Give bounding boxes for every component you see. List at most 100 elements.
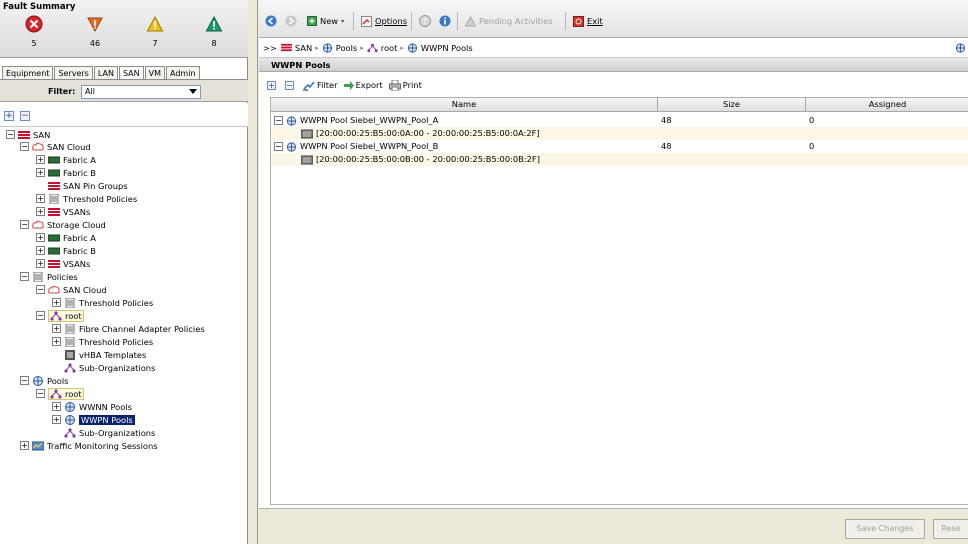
expand-icon[interactable]: +	[52, 402, 61, 411]
table-row[interactable]: − WWPN Pool Siebel_WWPN_Pool_B 48 0	[271, 140, 968, 153]
forward-button[interactable]	[285, 14, 297, 28]
tree-node-fabric-b[interactable]: + Fabric B	[36, 166, 96, 179]
tree-node-threshold-policies-2[interactable]: + Threshold Policies	[52, 296, 153, 309]
collapse-icon[interactable]: −	[20, 142, 29, 151]
fault-major[interactable]: 46	[75, 15, 115, 48]
new-menu-button[interactable]: New ▾	[307, 14, 344, 28]
expand-icon[interactable]: +	[36, 168, 45, 177]
printer-icon	[388, 79, 401, 91]
table-row[interactable]: [20:00:00:25:B5:00:0B:00 - 20:00:00:25:B…	[271, 153, 968, 166]
breadcrumb-root[interactable]: root	[381, 43, 398, 53]
san-icon	[281, 43, 292, 52]
breadcrumb-wwpn-pools[interactable]: WWPN Pools	[421, 43, 473, 53]
expand-icon[interactable]: +	[36, 246, 45, 255]
collapse-icon[interactable]: −	[6, 130, 15, 139]
row-assigned-cell: 0	[809, 141, 815, 151]
tree-node-vhba-templates[interactable]: vHBA Templates	[64, 348, 146, 361]
expand-all-button[interactable]: +	[267, 80, 279, 90]
collapse-icon[interactable]: −	[36, 389, 45, 398]
column-header-name[interactable]: Name	[271, 98, 658, 112]
chevron-down-icon: ▾	[341, 17, 345, 25]
fault-critical[interactable]: 5	[14, 15, 54, 48]
reset-values-button[interactable]: Rese	[933, 519, 968, 539]
expand-icon[interactable]: +	[36, 233, 45, 242]
critical-count: 5	[31, 39, 37, 48]
exit-button[interactable]: Exit	[573, 14, 603, 28]
fault-minor[interactable]: 7	[135, 15, 175, 48]
column-header-assigned[interactable]: Assigned	[806, 98, 968, 112]
save-changes-button[interactable]: Save Changes	[845, 519, 925, 539]
expand-icon[interactable]: +	[52, 337, 61, 346]
collapse-all-button[interactable]: −	[285, 80, 297, 90]
tree-node-fabric-a[interactable]: + Fabric A	[36, 153, 96, 166]
tree-node-san-pin-groups[interactable]: SAN Pin Groups	[48, 179, 128, 192]
tree-node-storage-cloud[interactable]: − Storage Cloud	[20, 218, 106, 231]
table-row[interactable]: [20:00:00:25:B5:00:0A:00 - 20:00:00:25:B…	[271, 127, 968, 140]
breadcrumb-san[interactable]: SAN	[295, 43, 312, 53]
collapse-all-button[interactable]: −	[20, 111, 30, 121]
filter-select[interactable]: All	[81, 85, 201, 99]
tree-node-pools[interactable]: − Pools	[20, 374, 69, 387]
expand-icon[interactable]: +	[36, 155, 45, 164]
tree-node-pools-root[interactable]: − root	[36, 387, 84, 400]
pending-activities-button[interactable]: Pending Activities	[465, 14, 553, 28]
expand-all-button[interactable]: +	[4, 111, 14, 121]
collapse-icon[interactable]: −	[274, 116, 283, 125]
expand-icon[interactable]: +	[36, 194, 45, 203]
tree-node-wwnn-pools[interactable]: + WWNN Pools	[52, 400, 132, 413]
tree-node-san-cloud[interactable]: − SAN Cloud	[20, 140, 91, 153]
info-button[interactable]	[439, 14, 451, 28]
tree-node-wwpn-pools[interactable]: + WWPN Pools	[52, 413, 135, 426]
expand-icon[interactable]: +	[36, 259, 45, 268]
tab-vm[interactable]: VM	[144, 66, 166, 80]
tree-node-policies-san-cloud[interactable]: − SAN Cloud	[36, 283, 107, 296]
options-button[interactable]: Options	[361, 14, 407, 28]
tree-node-threshold-policies-3[interactable]: + Threshold Policies	[52, 335, 153, 348]
column-header-size[interactable]: Size	[658, 98, 806, 112]
tree-node-sub-orgs[interactable]: Sub-Organizations	[64, 361, 155, 374]
tree-node-sub-orgs-2[interactable]: Sub-Organizations	[64, 426, 155, 439]
table-row[interactable]: − WWPN Pool Siebel_WWPN_Pool_A 48 0	[271, 114, 968, 127]
tab-equipment[interactable]: Equipment	[2, 66, 54, 80]
breadcrumb-pools[interactable]: Pools	[336, 43, 358, 53]
collapse-icon[interactable]: −	[36, 285, 45, 294]
tab-servers[interactable]: Servers	[54, 66, 93, 80]
tree-node-policies[interactable]: − Policies	[20, 270, 78, 283]
tree-node-fc-adapter-policies[interactable]: + Fibre Channel Adapter Policies	[52, 322, 205, 335]
help-button[interactable]: ?	[419, 14, 431, 28]
filter-button[interactable]: Filter	[303, 80, 338, 91]
back-button[interactable]	[265, 14, 277, 28]
toolbar-separator	[565, 12, 566, 30]
expand-icon[interactable]: +	[36, 207, 45, 216]
root-label: root	[48, 309, 84, 322]
export-button[interactable]: Export	[343, 80, 383, 90]
expand-icon[interactable]: +	[20, 441, 29, 450]
minor-icon	[146, 15, 164, 32]
collapse-icon[interactable]: −	[274, 142, 283, 151]
print-button[interactable]: Print	[388, 79, 422, 91]
tree-node-policies-root[interactable]: − root	[36, 309, 84, 322]
tab-san[interactable]: SAN	[118, 66, 144, 80]
policy-icon	[65, 336, 75, 347]
san-icon	[18, 130, 30, 139]
expand-icon[interactable]: +	[52, 415, 61, 424]
tree-node-threshold-policies[interactable]: + Threshold Policies	[36, 192, 137, 205]
fault-warning[interactable]: 8	[194, 15, 234, 48]
collapse-icon[interactable]: −	[20, 272, 29, 281]
collapse-icon[interactable]: −	[36, 311, 45, 320]
tree-node-storage-vsans[interactable]: + VSANs	[36, 257, 90, 270]
expand-icon[interactable]: +	[52, 324, 61, 333]
tree-node-storage-fabric-a[interactable]: + Fabric A	[36, 231, 96, 244]
tree-node-vsans[interactable]: + VSANs	[36, 205, 90, 218]
tree-node-storage-fabric-b[interactable]: + Fabric B	[36, 244, 96, 257]
collapse-icon[interactable]: −	[20, 376, 29, 385]
row-name-cell: − WWPN Pool Siebel_WWPN_Pool_A	[274, 115, 439, 126]
tree-node-traffic-monitoring[interactable]: + Traffic Monitoring Sessions	[20, 439, 158, 452]
breadcrumb-separator-icon: ▸	[315, 43, 319, 52]
expand-icon[interactable]: +	[52, 298, 61, 307]
tab-admin[interactable]: Admin	[166, 66, 200, 80]
tab-lan[interactable]: LAN	[93, 66, 118, 80]
pane-splitter[interactable]	[249, 0, 258, 544]
row-name-cell: [20:00:00:25:B5:00:0A:00 - 20:00:00:25:B…	[301, 127, 540, 140]
collapse-icon[interactable]: −	[20, 220, 29, 229]
